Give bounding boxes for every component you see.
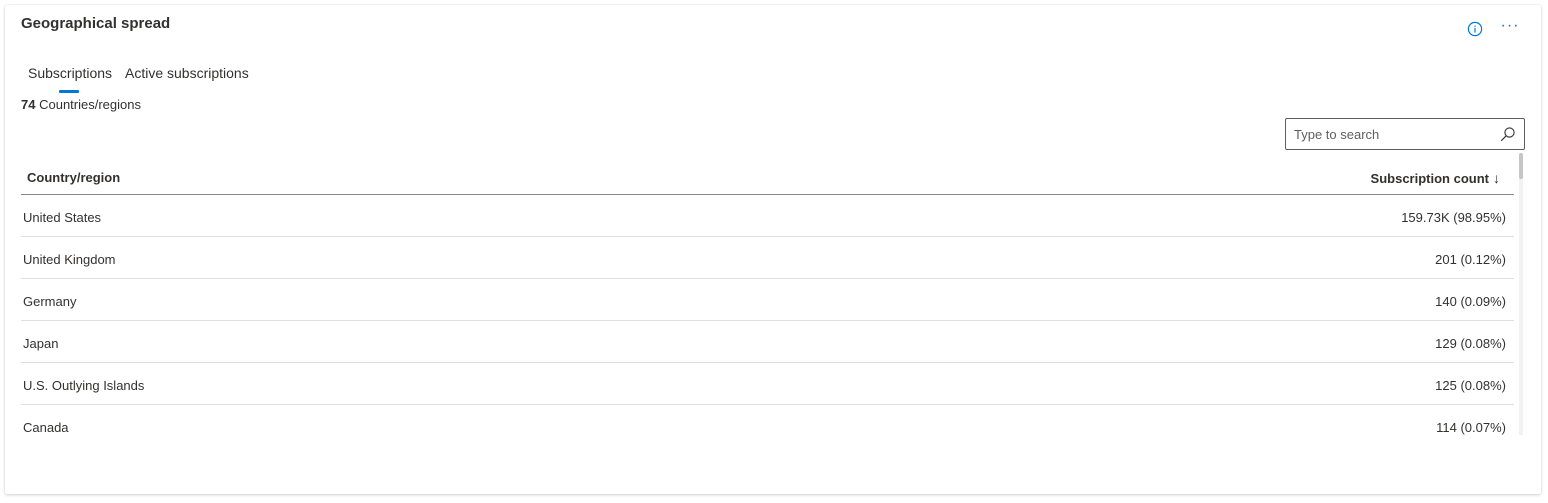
cell-subscription-count: 125 (0.08%) [1435,378,1506,393]
search-icon[interactable] [1500,126,1516,142]
search-input[interactable] [1294,124,1489,144]
cell-subscription-count: 140 (0.09%) [1435,294,1506,309]
countries-count-label: Countries/regions [39,97,141,112]
column-header-country[interactable]: Country/region [27,170,120,185]
table-row[interactable]: United Kingdom 201 (0.12%) [21,237,1514,279]
table-row[interactable]: U.S. Outlying Islands 125 (0.08%) [21,363,1514,405]
country-table: Country/region Subscription count ↓ Unite… [21,153,1514,435]
table-row[interactable]: Canada 114 (0.07%) [21,405,1514,435]
table-row[interactable]: Japan 129 (0.08%) [21,321,1514,363]
tab-subscriptions[interactable]: Subscriptions [28,65,112,81]
cell-country: Germany [23,294,77,309]
cell-subscription-count: 129 (0.08%) [1435,336,1506,351]
column-header-subscription-count[interactable]: Subscription count ↓ [1371,170,1500,186]
cell-country: United States [23,210,102,225]
countries-count-summary: 74 Countries/regions [21,97,141,112]
search-box[interactable] [1285,118,1525,150]
tab-active-subscriptions[interactable]: Active subscriptions [125,65,249,81]
table-header: Country/region Subscription count ↓ [21,153,1514,195]
cell-country: United Kingdom [23,252,116,267]
info-icon[interactable] [1467,21,1483,37]
selected-tab-indicator [59,90,79,93]
more-options-icon[interactable]: ··· [1499,18,1521,35]
table-row[interactable]: Germany 140 (0.09%) [21,279,1514,321]
scrollbar-thumb[interactable] [1519,153,1523,179]
column-header-subscription-count-label: Subscription count [1370,171,1489,186]
table-row[interactable]: United States 159.73K (98.95%) [21,195,1514,237]
geographical-spread-card: Geographical spread ··· Subscriptions Ac… [5,5,1541,494]
card-title: Geographical spread [21,15,171,32]
table-scrollbar[interactable] [1519,153,1523,435]
cell-subscription-count: 114 (0.07%) [1436,420,1506,435]
cell-subscription-count: 201 (0.12%) [1435,252,1506,267]
cell-country: U.S. Outlying Islands [23,378,145,393]
cell-country: Canada [23,420,69,435]
sort-descending-icon: ↓ [1493,170,1500,186]
cell-subscription-count: 159.73K (98.95%) [1401,210,1506,225]
cell-country: Japan [23,336,59,351]
countries-count-value: 74 [21,97,36,112]
